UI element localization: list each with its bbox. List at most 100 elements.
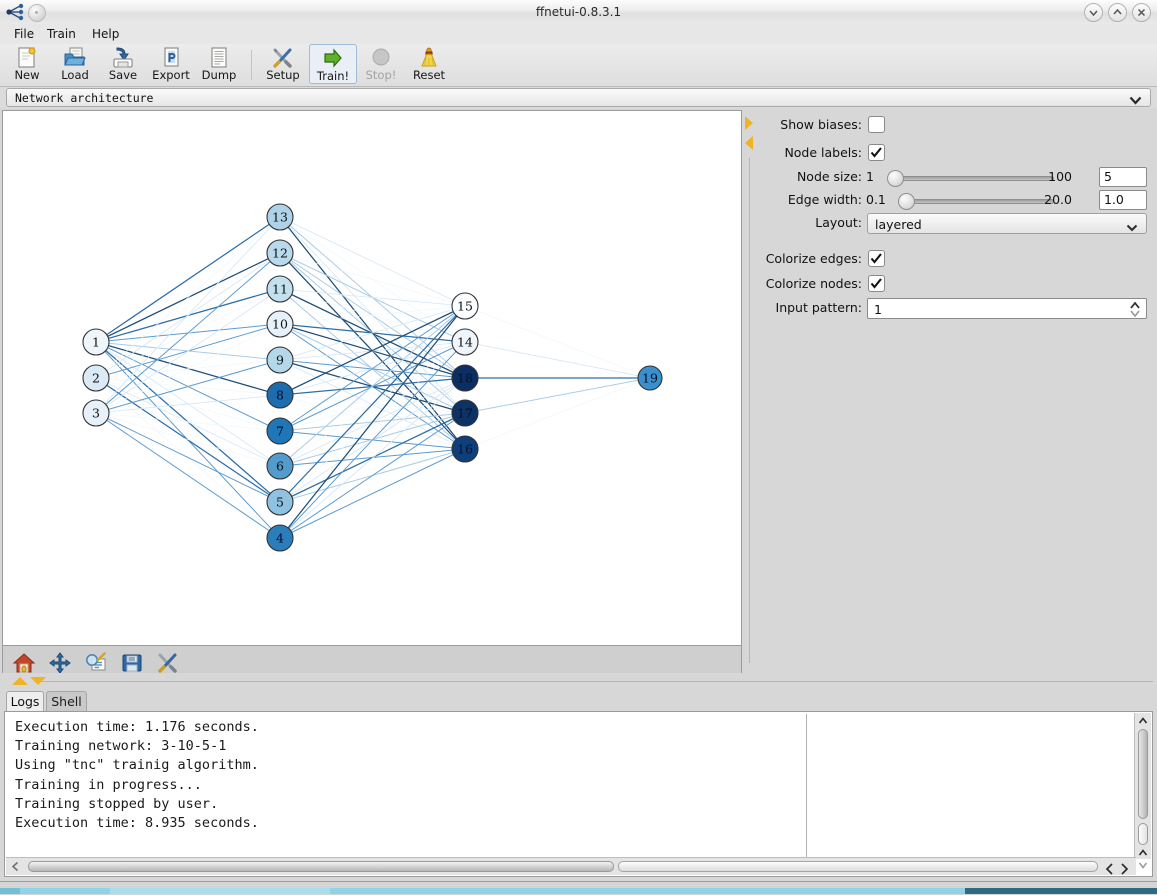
toolbar-save-button[interactable]: Save xyxy=(99,44,147,86)
toolbar-setup-button[interactable]: Setup xyxy=(259,44,307,86)
graph-node-label: 5 xyxy=(276,494,284,509)
node-size-slider[interactable] xyxy=(890,176,1054,181)
window-title: ffnetui-0.8.3.1 xyxy=(535,5,622,19)
toolbar-reset-label: Reset xyxy=(412,68,446,82)
toolbar-separator xyxy=(251,50,252,80)
row-colorize-edges: Colorize edges: xyxy=(756,248,1157,270)
input-pattern-spinbox[interactable]: 1 xyxy=(867,298,1147,319)
minimize-button[interactable] xyxy=(1084,3,1103,22)
export-icon xyxy=(147,45,195,69)
colorize-edges-label: Colorize edges: xyxy=(765,251,862,266)
toolbar-train-button[interactable]: Train! xyxy=(309,44,357,84)
row-show-biases: Show biases: xyxy=(756,114,1157,136)
layout-combobox[interactable]: layered xyxy=(867,213,1147,234)
input-pattern-label: Input pattern: xyxy=(775,300,862,315)
log-panel: Execution time: 1.176 seconds. Training … xyxy=(4,711,1153,877)
save-disk-icon xyxy=(99,45,147,69)
graph-node-label: 10 xyxy=(272,316,288,331)
network-graph-canvas[interactable]: 1 2 3 13 12 11 10 9 8 7 6 5 4 15 14 18 17 16 19 xyxy=(2,110,742,646)
layout-label: Layout: xyxy=(815,215,862,230)
chevron-down-icon xyxy=(1129,94,1142,108)
view-selector-combobox[interactable]: Network architecture xyxy=(6,88,1151,107)
log-horizontal-scrollbar[interactable] xyxy=(6,857,1136,875)
tab-logs[interactable]: Logs xyxy=(6,691,44,712)
window-buttons xyxy=(1084,3,1151,22)
menu-file[interactable]: File xyxy=(8,24,40,44)
toolbar-reset-button[interactable]: Reset xyxy=(405,44,453,86)
menu-train[interactable]: Train xyxy=(41,24,82,44)
title-bar: ffnetui-0.8.3.1 xyxy=(0,0,1157,25)
toolbar-export-label: Export xyxy=(152,68,190,82)
node-labels-label: Node labels: xyxy=(784,145,862,160)
menu-help[interactable]: Help xyxy=(86,24,125,44)
new-document-icon xyxy=(3,45,51,69)
edge-width-slider-handle[interactable] xyxy=(898,193,915,210)
scroll-left-arrow-icon[interactable] xyxy=(10,861,21,875)
scroll-thumb[interactable] xyxy=(618,861,1098,872)
show-biases-checkbox[interactable] xyxy=(868,116,885,133)
colorize-nodes-label: Colorize nodes: xyxy=(765,276,862,291)
tab-shell[interactable]: Shell xyxy=(46,691,87,712)
toolbar-stop-button[interactable]: Stop! xyxy=(357,44,405,86)
show-biases-label: Show biases: xyxy=(780,117,862,132)
graph-node-label: 8 xyxy=(276,387,284,402)
row-colorize-nodes: Colorize nodes: xyxy=(756,273,1157,295)
green-arrow-icon xyxy=(310,46,356,70)
bottom-tab-strip: Logs Shell xyxy=(0,689,1157,712)
graph-node-label: 19 xyxy=(642,370,658,385)
graph-node-label: 9 xyxy=(276,352,284,367)
scroll-track[interactable] xyxy=(28,861,614,872)
tools-icon xyxy=(259,45,307,69)
log-corner-arrows[interactable] xyxy=(1104,862,1138,879)
dump-list-icon xyxy=(195,45,243,69)
edge-width-slider[interactable] xyxy=(898,199,1054,204)
chevron-down-icon xyxy=(1126,221,1138,235)
log-pane-divider[interactable] xyxy=(806,714,807,857)
scroll-up-arrow-icon-2[interactable] xyxy=(1138,847,1148,857)
toolbar-load-label: Load xyxy=(61,68,89,82)
node-size-slider-handle[interactable] xyxy=(887,170,904,187)
splitter-line xyxy=(40,681,1153,682)
toolbar-new-button[interactable]: New xyxy=(3,44,51,86)
spinner-arrows-icon[interactable] xyxy=(1129,301,1141,321)
colorize-nodes-checkbox[interactable] xyxy=(868,275,885,292)
graph-node-label: 3 xyxy=(92,405,100,420)
node-size-label: Node size: xyxy=(796,169,862,184)
toolbar-load-button[interactable]: Load xyxy=(51,44,99,86)
splitter-collapse-left-icon[interactable] xyxy=(745,136,753,150)
scroll-down-arrow-icon[interactable] xyxy=(1138,859,1148,869)
layout-value: layered xyxy=(875,217,922,232)
taskbar-strip-start xyxy=(0,888,20,894)
vertical-splitter[interactable] xyxy=(744,108,754,673)
input-pattern-value: 1 xyxy=(874,302,882,317)
scroll-track[interactable] xyxy=(1138,729,1148,819)
row-input-pattern: Input pattern: 1 xyxy=(756,297,1157,319)
view-selector-value: Network architecture xyxy=(15,91,154,105)
toolbar-export-button[interactable]: Export xyxy=(147,44,195,86)
toolbar-dump-label: Dump xyxy=(201,68,237,82)
maximize-button[interactable] xyxy=(1108,3,1127,22)
scroll-up-arrow-icon[interactable] xyxy=(1138,715,1148,725)
horizontal-splitter[interactable] xyxy=(0,673,1157,689)
open-folder-icon xyxy=(51,45,99,69)
row-node-labels: Node labels: xyxy=(756,142,1157,164)
graph-node-label: 13 xyxy=(272,209,288,224)
edge-width-input[interactable]: 1.0 xyxy=(1099,190,1147,210)
scroll-thumb[interactable] xyxy=(1138,823,1148,845)
node-labels-checkbox[interactable] xyxy=(868,144,885,161)
stop-circle-icon xyxy=(357,45,405,69)
toolbar-dump-button[interactable]: Dump xyxy=(195,44,243,86)
graph-node-label: 7 xyxy=(276,423,284,438)
splitter-line xyxy=(749,158,750,663)
splitter-expand-right-icon[interactable] xyxy=(745,116,753,130)
edge-width-label: Edge width: xyxy=(787,192,862,207)
splitter-expand-up-icon[interactable] xyxy=(12,677,28,685)
graph-node-label: 12 xyxy=(272,245,288,260)
toolbar-train-label: Train! xyxy=(316,69,350,83)
log-vertical-scrollbar[interactable] xyxy=(1134,713,1151,869)
colorize-edges-checkbox[interactable] xyxy=(868,250,885,267)
node-size-input[interactable]: 5 xyxy=(1099,167,1147,187)
graph-node-label: 17 xyxy=(457,405,473,420)
close-button[interactable] xyxy=(1132,3,1151,22)
toolbar-stop-label: Stop! xyxy=(365,68,397,82)
